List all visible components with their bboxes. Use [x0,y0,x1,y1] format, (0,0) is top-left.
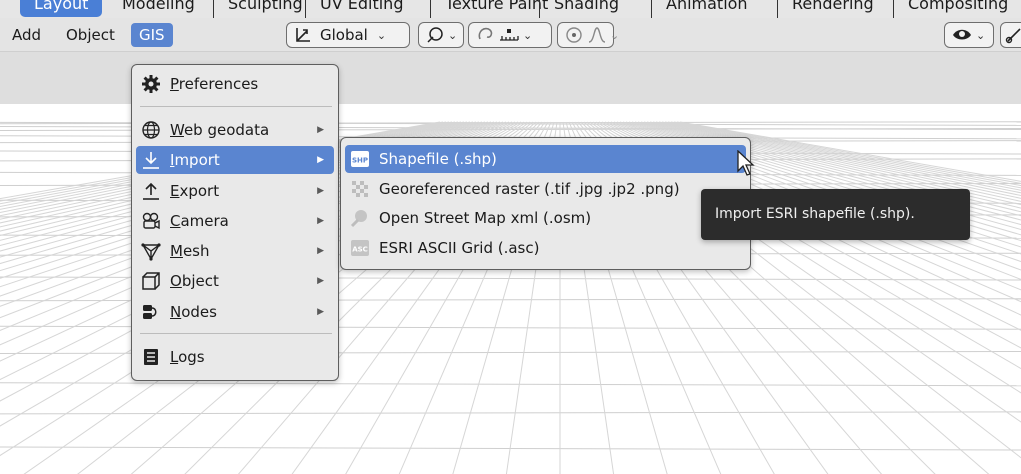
nodes-icon [140,301,162,323]
menu-item-import[interactable]: Import ▶ [136,146,334,174]
svg-text:ASC: ASC [352,246,368,254]
menu-item-export[interactable]: Export ▶ [136,177,334,205]
tooltip: Import ESRI shapefile (.shp). [701,189,970,240]
grid-line [0,411,1021,415]
menu-divider [140,333,332,334]
import-icon [140,149,162,171]
tab-compositing[interactable]: Compositing [894,0,1021,17]
transform-orientation-dropdown[interactable]: Global ⌄ [286,22,410,48]
menu-item-logs[interactable]: Logs [136,343,334,371]
svg-text:SHP: SHP [352,157,368,165]
osm-icon [349,207,371,229]
menu-item-nodes[interactable]: Nodes ▶ [136,298,334,326]
tab-shading[interactable]: Shading [540,0,633,17]
gear-icon [140,73,162,95]
menu-item-preferences[interactable]: Preferences [136,70,334,98]
pivot-icon [425,25,445,45]
submenu-arrow-icon: ▶ [317,216,324,226]
chevron-down-icon: ⌄ [523,28,533,42]
submenu-arrow-icon: ▶ [317,186,324,196]
menu-item-camera[interactable]: Camera ▶ [136,207,334,235]
orientation-icon [293,25,313,45]
mesh-icon [140,240,162,262]
menu-item-object[interactable]: Object ▶ [136,267,334,295]
proportional-edit-icon [564,25,584,45]
viewport-header: Add Object GIS Global ⌄ ⌄ ⌄ ⌄ ⌄ [0,18,1021,104]
object-type-visibility-dropdown[interactable]: ⌄ [944,22,994,48]
cube-icon [140,270,162,292]
menu-item-web-geodata[interactable]: Web geodata ▶ [136,116,334,144]
tab-sculpting[interactable]: Sculpting [214,0,317,17]
submenu-arrow-icon: ▶ [317,246,324,256]
gizmo-toggle[interactable] [1000,22,1021,48]
menu-item-open-street-map[interactable]: Open Street Map xml (.osm) [345,204,746,232]
tab-uv-editing[interactable]: UV Editing [306,0,417,17]
submenu-arrow-icon: ▶ [317,276,324,286]
tab-animation[interactable]: Animation [652,0,762,17]
header-menu-row: Add Object GIS Global ⌄ ⌄ ⌄ ⌄ ⌄ [0,18,1021,52]
menu-divider [140,106,332,107]
submenu-arrow-icon: ▶ [317,307,324,317]
menu-add[interactable]: Add [4,23,49,47]
chevron-down-icon: ⌄ [976,28,986,42]
tab-rendering[interactable]: Rendering [778,0,888,17]
menu-item-shapefile[interactable]: SHP Shapefile (.shp) [345,145,746,173]
raster-icon [349,178,371,200]
mouse-cursor-icon [737,149,757,182]
snap-icon [475,25,495,45]
submenu-arrow-icon: ▶ [317,125,324,135]
menu-object[interactable]: Object [58,23,123,47]
export-icon [140,180,162,202]
gis-menu: Preferences Web geodata ▶ Import ▶ Expor… [131,64,339,381]
proportional-editing-group[interactable]: ⌄ [557,22,619,48]
gizmo-icon [1004,25,1021,45]
chevron-down-icon: ⌄ [610,28,620,42]
import-submenu: SHP Shapefile (.shp) Georeferenced raste… [340,137,751,270]
chevron-down-icon: ⌄ [448,28,458,42]
orientation-label: Global [320,26,368,44]
workspace-tabs: Layout Modeling Sculpting UV Editing Tex… [0,0,1021,18]
falloff-icon [587,25,607,45]
menu-item-mesh[interactable]: Mesh ▶ [136,237,334,265]
menu-gis[interactable]: GIS [131,23,173,47]
submenu-arrow-icon: ▶ [317,155,324,165]
tab-layout[interactable]: Layout [20,0,103,17]
shp-icon: SHP [349,148,371,170]
tab-modeling[interactable]: Modeling [108,0,209,17]
visibility-icon [951,25,973,45]
snapping-group[interactable]: ⌄ [468,22,552,48]
menu-item-esri-ascii-grid[interactable]: ASC ESRI ASCII Grid (.asc) [345,234,746,262]
log-icon [140,346,162,368]
pivot-point-dropdown[interactable]: ⌄ [418,22,464,48]
globe-icon [140,119,162,141]
chevron-down-icon: ⌄ [376,28,387,42]
camera-icon [140,210,162,232]
asc-icon: ASC [349,237,371,259]
snap-increment-icon [498,25,520,45]
menu-item-georeferenced-raster[interactable]: Georeferenced raster (.tif .jpg .jp2 .pn… [345,175,746,203]
